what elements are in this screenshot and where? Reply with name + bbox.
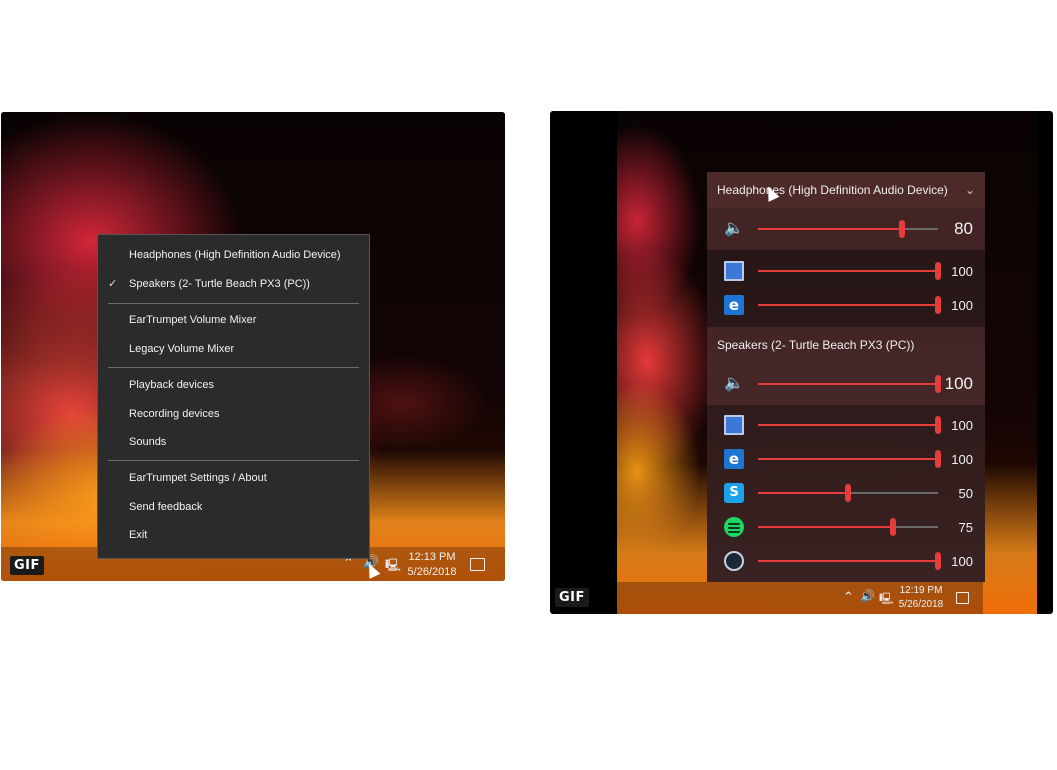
app-row: e 100 <box>707 288 985 322</box>
menu-item-label: Sounds <box>129 436 167 448</box>
menu-item-settings-about[interactable]: EarTrumpet Settings / About <box>98 464 369 492</box>
app-row: 100 <box>707 408 985 442</box>
edge-icon: e <box>724 295 744 315</box>
skype-icon: S <box>724 483 744 503</box>
menu-item-label: Speakers (2- Turtle Beach PX3 (PC)) <box>129 278 310 290</box>
menu-separator <box>108 367 359 368</box>
action-center-icon[interactable] <box>470 558 485 571</box>
volume-slider[interactable] <box>758 220 938 238</box>
gif-badge: GIF <box>10 556 44 575</box>
device-volume-row: 🔈 100 <box>707 363 985 405</box>
menu-item-label: Legacy Volume Mixer <box>129 343 235 355</box>
taskbar-clock[interactable]: 12:19 PM 5/26/2018 <box>896 584 946 612</box>
slider-thumb[interactable] <box>935 296 941 314</box>
volume-slider[interactable] <box>758 416 941 434</box>
slider-thumb[interactable] <box>935 375 941 393</box>
app-row: 75 <box>707 510 985 544</box>
action-center-icon[interactable] <box>956 592 969 604</box>
clock-date: 5/26/2018 <box>407 566 457 578</box>
app-row: S 50 <box>707 476 985 510</box>
menu-item-label: Recording devices <box>129 408 220 420</box>
eartrumpet-flyout: Headphones (High Definition Audio Device… <box>707 172 985 582</box>
volume-value: 100 <box>951 418 973 433</box>
menu-item-recording-devices[interactable]: Recording devices <box>98 400 369 428</box>
device-header-speakers[interactable]: Speakers (2- Turtle Beach PX3 (PC)) <box>707 327 985 363</box>
slider-thumb[interactable] <box>935 450 941 468</box>
menu-item-speakers[interactable]: ✓ Speakers (2- Turtle Beach PX3 (PC)) <box>98 270 369 298</box>
menu-item-label: Exit <box>129 529 148 541</box>
volume-slider[interactable] <box>758 518 938 536</box>
network-icon[interactable]: 🖳 <box>879 590 894 609</box>
tray-chevron-up-icon[interactable]: ⌃ <box>843 590 854 605</box>
device-name: Headphones (High Definition Audio Device… <box>717 183 948 197</box>
clock-time: 12:19 PM <box>899 585 943 596</box>
menu-item-playback-devices[interactable]: Playback devices <box>98 371 369 399</box>
device-name: Speakers (2- Turtle Beach PX3 (PC)) <box>717 338 915 352</box>
left-screenshot: GIF ⌃ 🔊 🖳 12:13 PM 5/26/2018 Headphones … <box>1 112 505 581</box>
menu-item-send-feedback[interactable]: Send feedback <box>98 493 369 521</box>
checkmark-icon: ✓ <box>108 277 118 290</box>
eartrumpet-context-menu: Headphones (High Definition Audio Device… <box>97 234 370 559</box>
taskbar: ⌃ 🔊 🖳 12:19 PM 5/26/2018 <box>617 582 983 614</box>
menu-item-label: Send feedback <box>129 501 203 513</box>
speaker-icon[interactable]: 🔈 <box>724 373 744 392</box>
volume-slider[interactable] <box>758 262 941 280</box>
taskbar-clock[interactable]: 12:13 PM 5/26/2018 <box>404 550 460 580</box>
menu-item-headphones[interactable]: Headphones (High Definition Audio Device… <box>98 241 369 269</box>
slider-thumb[interactable] <box>845 484 851 502</box>
menu-separator <box>108 460 359 461</box>
menu-item-sounds[interactable]: Sounds <box>98 428 369 456</box>
menu-item-eartrumpet-mixer[interactable]: EarTrumpet Volume Mixer <box>98 306 369 334</box>
volume-value: 100 <box>944 374 973 393</box>
clock-date: 5/26/2018 <box>898 599 944 610</box>
speaker-icon[interactable]: 🔈 <box>724 218 744 237</box>
volume-slider[interactable] <box>758 484 938 502</box>
device-volume-row: 🔈 80 <box>707 208 985 250</box>
volume-slider[interactable] <box>758 450 941 468</box>
slider-thumb[interactable] <box>899 220 905 238</box>
volume-value: 50 <box>958 486 973 501</box>
volume-slider[interactable] <box>758 552 941 570</box>
app-row: 100 <box>707 254 985 288</box>
menu-separator <box>108 303 359 304</box>
volume-value: 100 <box>951 264 973 279</box>
steam-icon <box>724 551 744 571</box>
menu-item-exit[interactable]: Exit <box>98 521 369 549</box>
network-icon[interactable]: 🖳 <box>385 556 401 577</box>
volume-value: 100 <box>951 554 973 569</box>
chevron-down-icon[interactable]: ⌄ <box>965 172 975 208</box>
slider-thumb[interactable] <box>890 518 896 536</box>
volume-slider[interactable] <box>758 296 941 314</box>
volume-value: 100 <box>951 298 973 313</box>
app-row: e 100 <box>707 442 985 476</box>
system-sounds-icon <box>724 415 744 435</box>
menu-item-label: EarTrumpet Volume Mixer <box>129 314 257 326</box>
clock-time: 12:13 PM <box>408 551 456 563</box>
menu-item-label: Playback devices <box>129 379 214 391</box>
device-header-headphones[interactable]: Headphones (High Definition Audio Device… <box>707 172 985 208</box>
spotify-icon <box>724 517 744 537</box>
volume-value: 75 <box>958 520 973 535</box>
slider-thumb[interactable] <box>935 416 941 434</box>
slider-thumb[interactable] <box>935 552 941 570</box>
app-row: 100 <box>707 544 985 578</box>
volume-value: 100 <box>951 452 973 467</box>
right-screenshot: Headphones (High Definition Audio Device… <box>550 111 1053 614</box>
volume-slider[interactable] <box>758 375 941 393</box>
volume-value: 80 <box>954 219 973 238</box>
gif-badge: GIF <box>555 588 589 607</box>
slider-thumb[interactable] <box>935 262 941 280</box>
system-sounds-icon <box>724 261 744 281</box>
menu-item-label: EarTrumpet Settings / About <box>129 472 267 484</box>
volume-tray-icon[interactable]: 🔊 <box>860 589 875 603</box>
edge-icon: e <box>724 449 744 469</box>
menu-item-legacy-mixer[interactable]: Legacy Volume Mixer <box>98 335 369 363</box>
menu-item-label: Headphones (High Definition Audio Device… <box>129 249 341 261</box>
